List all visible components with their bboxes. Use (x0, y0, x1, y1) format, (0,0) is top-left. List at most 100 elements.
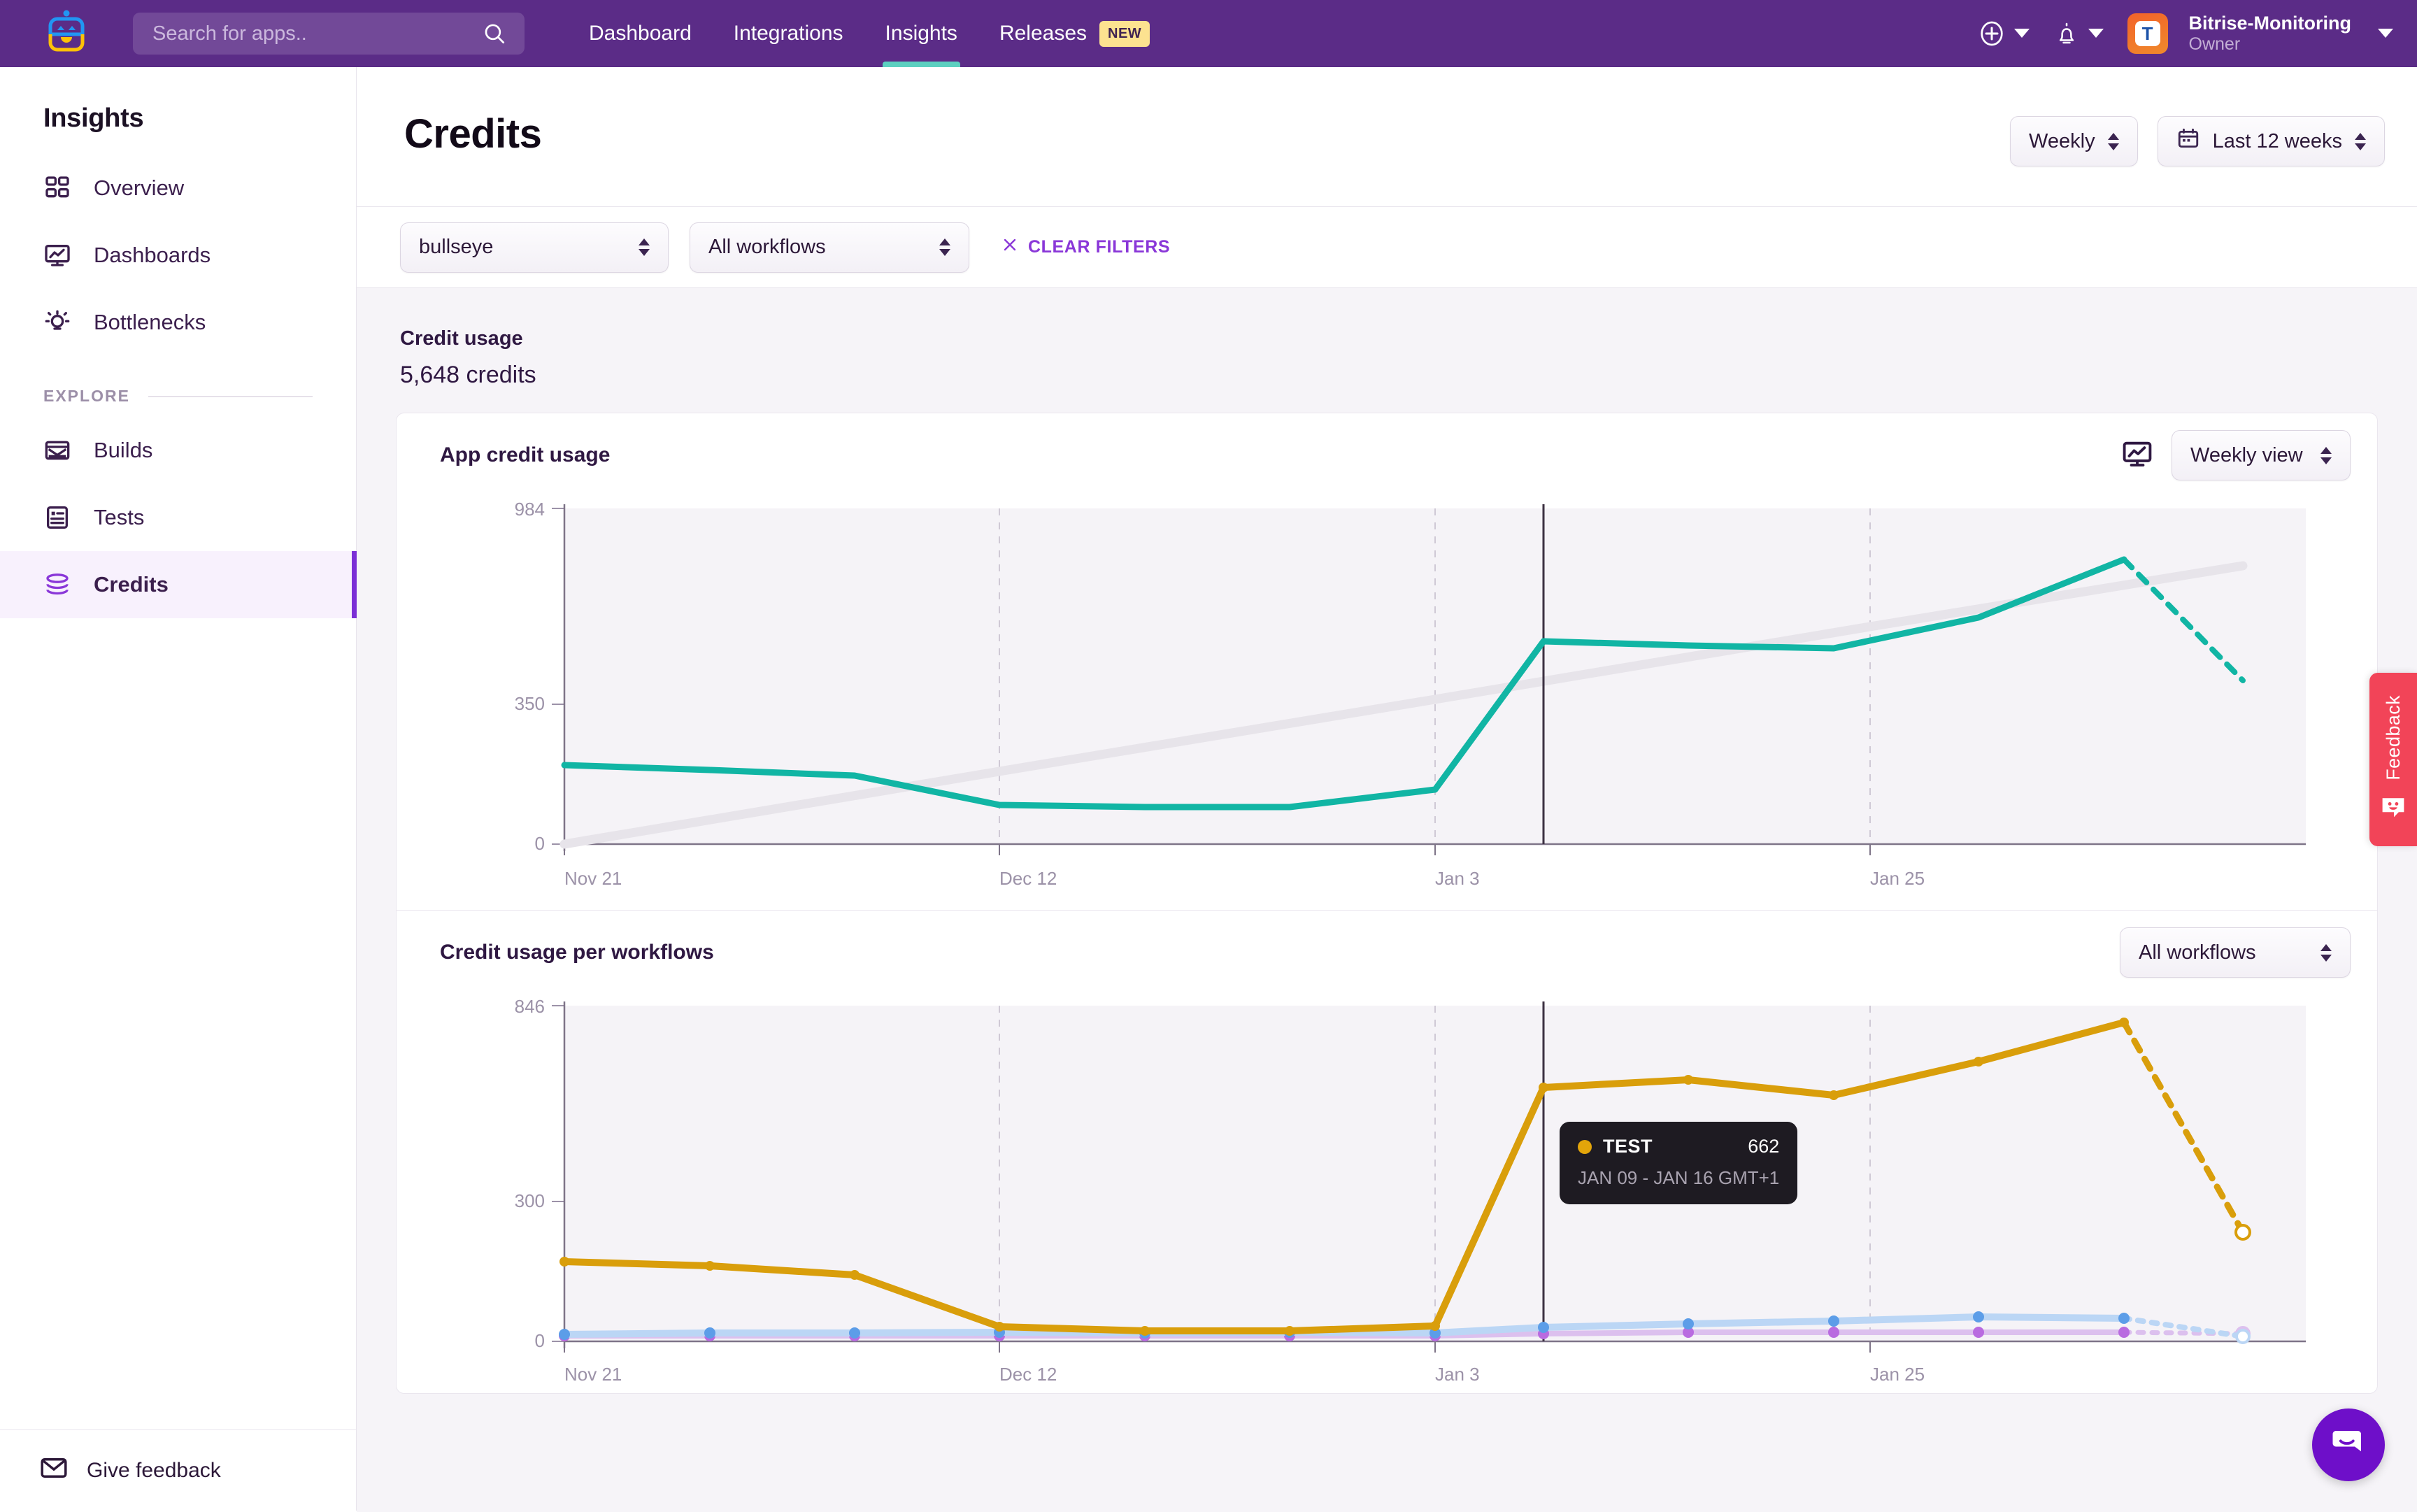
search-icon (483, 22, 506, 45)
svg-text:Nov 21: Nov 21 (564, 1364, 622, 1385)
sidebar-item-label: Bottlenecks (94, 310, 206, 335)
sidebar-item-tests[interactable]: Tests (0, 484, 356, 551)
card2-workflow-select[interactable]: All workflows (2120, 927, 2351, 978)
explore-section-header: EXPLORE (0, 356, 356, 417)
chart-canvas: 846 300 0 (397, 994, 2379, 1386)
svg-text:Jan 25: Jan 25 (1870, 1364, 1925, 1385)
y-axis-labels: 984 350 0 (515, 499, 545, 854)
card-title: Credit usage per workflows (440, 941, 714, 964)
chevron-updown-icon (2320, 944, 2332, 962)
bell-icon (2053, 20, 2080, 48)
add-new-button[interactable] (1978, 20, 2030, 48)
svg-text:350: 350 (515, 693, 545, 714)
top-navigation-bar: Dashboard Integrations Insights Releases… (0, 0, 2417, 67)
tooltip-value: 662 (1748, 1136, 1779, 1157)
org-name: Bitrise-Monitoring (2189, 13, 2351, 34)
sidebar-item-dashboards[interactable]: Dashboards (0, 222, 356, 289)
svg-text:Jan 3: Jan 3 (1435, 868, 1480, 889)
tooltip-series-dot (1578, 1140, 1592, 1154)
chevron-updown-icon (2355, 133, 2366, 150)
card-header: Credit usage per workflows All workflows (397, 911, 2377, 994)
search-input[interactable] (152, 22, 483, 45)
chart-type-toggle-button[interactable] (2121, 438, 2153, 473)
date-range-select[interactable]: Last 12 weeks (2158, 116, 2385, 166)
credit-usage-per-workflows-card: Credit usage per workflows All workflows… (396, 911, 2378, 1394)
credit-usage-summary: Credit usage 5,648 credits (357, 288, 2417, 413)
sidebar-item-label: Tests (94, 505, 144, 530)
sidebar-item-overview[interactable]: Overview (0, 155, 356, 222)
credit-usage-per-workflows-chart[interactable]: 846 300 0 (397, 994, 2377, 1386)
filter-bar: bullseye All workflows CLEAR FILTERS (357, 207, 2417, 288)
card-header: App credit usage Weekly view (397, 413, 2377, 497)
nav-link-integrations[interactable]: Integrations (713, 0, 864, 67)
credits-stack-icon (43, 571, 76, 599)
chevron-down-icon (2088, 29, 2104, 38)
nav-link-dashboard[interactable]: Dashboard (568, 0, 713, 67)
tooltip-series-label: TEST (1603, 1136, 1653, 1157)
date-range-value: Last 12 weeks (2213, 130, 2342, 153)
org-switcher[interactable]: T Bitrise-Monitoring Owner (2127, 13, 2393, 55)
page-header-controls: Weekly Last 12 weeks (2010, 116, 2385, 166)
page-title: Credits (404, 110, 541, 157)
notifications-button[interactable] (2053, 20, 2104, 48)
credit-usage-value: 5,648 credits (400, 362, 2417, 389)
builds-icon (43, 436, 76, 464)
feedback-tab-button[interactable]: Feedback (2369, 673, 2417, 846)
x-axis-labels: Nov 21 Dec 12 Jan 3 Jan 25 (564, 868, 1925, 889)
nav-link-releases[interactable]: Releases (978, 0, 1108, 67)
chevron-updown-icon (2108, 133, 2119, 150)
give-feedback-button[interactable]: Give feedback (0, 1429, 356, 1511)
svg-text:Nov 21: Nov 21 (564, 868, 622, 889)
app-filter-select[interactable]: bullseye (400, 222, 669, 273)
svg-text:300: 300 (515, 1190, 545, 1211)
test-series-endpoint (2236, 1225, 2250, 1239)
page-header: Credits Weekly Last 12 weeks (357, 67, 2417, 207)
weekly-view-select[interactable]: Weekly view (2172, 430, 2351, 480)
feedback-tab-label: Feedback (2383, 695, 2404, 780)
monitor-chart-icon (2121, 438, 2153, 470)
card2-workflow-value: All workflows (2139, 941, 2256, 964)
sidebar-item-builds[interactable]: Builds (0, 417, 356, 484)
chevron-down-icon (2014, 29, 2030, 38)
chat-launcher-button[interactable] (2312, 1408, 2385, 1481)
sidebar-item-bottlenecks[interactable]: Bottlenecks (0, 289, 356, 356)
svg-text:Jan 3: Jan 3 (1435, 1364, 1480, 1385)
granularity-select[interactable]: Weekly (2010, 116, 2138, 166)
svg-text:846: 846 (515, 996, 545, 1017)
chart-canvas: 984 350 0 (397, 497, 2379, 903)
workflow-filter-select[interactable]: All workflows (690, 222, 969, 273)
sidebar-item-credits[interactable]: Credits (0, 551, 356, 618)
nav-right-cluster: T Bitrise-Monitoring Owner (1978, 13, 2417, 55)
chart-tooltip: TEST 662 JAN 09 - JAN 16 GMT+1 (1560, 1122, 1797, 1204)
nav-link-insights[interactable]: Insights (864, 0, 978, 67)
svg-text:984: 984 (515, 499, 545, 520)
clipboard-list-icon (43, 504, 76, 532)
content-area: Credit usage 5,648 credits App credit us… (357, 288, 2417, 1512)
chevron-updown-icon (939, 238, 950, 256)
chevron-updown-icon (2320, 447, 2332, 464)
svg-text:Dec 12: Dec 12 (999, 1364, 1057, 1385)
app-credit-usage-chart[interactable]: 984 350 0 (397, 497, 2377, 903)
divider (148, 396, 313, 397)
primary-nav: Dashboard Integrations Insights Releases… (568, 0, 1150, 67)
close-x-icon (1001, 236, 1018, 258)
calendar-icon (2176, 127, 2200, 156)
app-filter-value: bullseye (419, 236, 493, 259)
weekly-view-value: Weekly view (2190, 444, 2303, 467)
bitrise-logo[interactable] (0, 9, 133, 58)
granularity-value: Weekly (2029, 130, 2095, 153)
chat-bubble-icon (2330, 1425, 2367, 1466)
org-role: Owner (2189, 34, 2351, 55)
svg-text:0: 0 (535, 1330, 545, 1351)
card-title: App credit usage (440, 443, 610, 467)
svg-text:Dec 12: Dec 12 (999, 868, 1057, 889)
sidebar-item-label: Builds (94, 438, 152, 463)
search-box[interactable] (133, 13, 525, 55)
sidebar-item-label: Overview (94, 176, 184, 201)
clear-filters-button[interactable]: CLEAR FILTERS (1001, 236, 1170, 258)
feedback-smiley-icon (2379, 795, 2407, 824)
clear-filters-label: CLEAR FILTERS (1028, 237, 1170, 257)
workflow-filter-value: All workflows (708, 236, 826, 259)
y-axis-labels: 846 300 0 (515, 996, 545, 1351)
org-avatar: T (2127, 13, 2168, 54)
